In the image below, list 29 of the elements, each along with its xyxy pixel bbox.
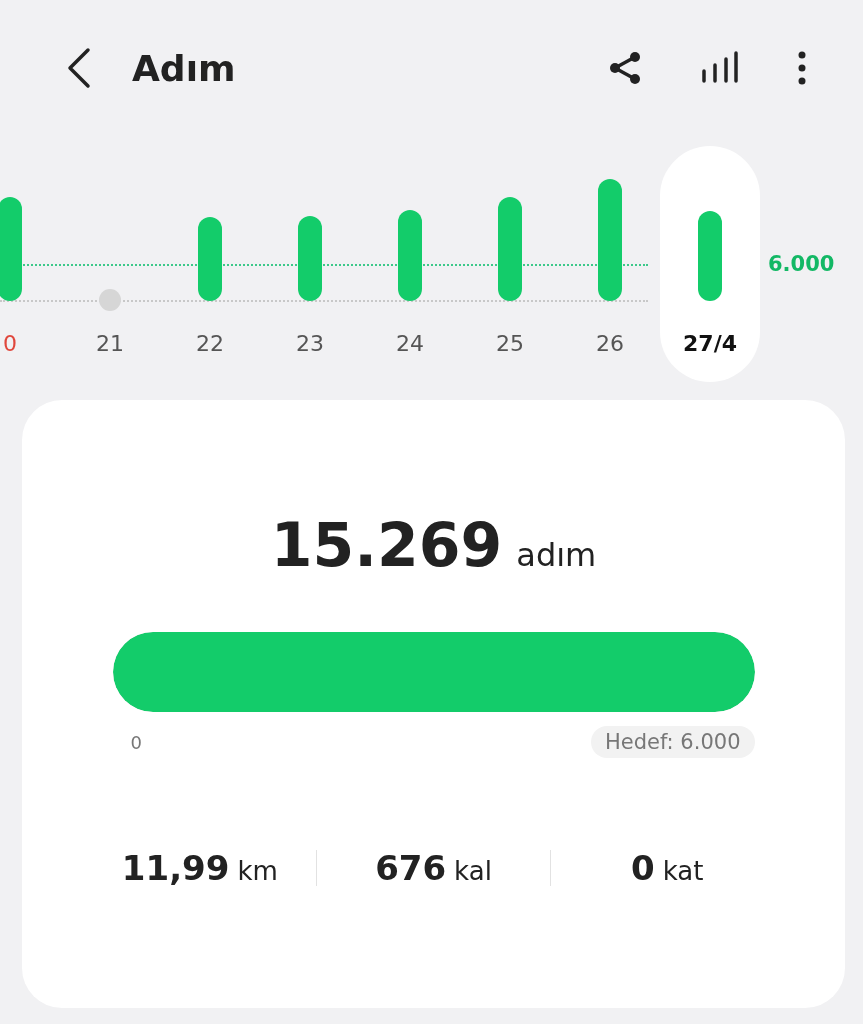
stat-value: 676 xyxy=(375,848,447,888)
page-title: Adım xyxy=(132,47,237,89)
day-column[interactable]: 21 xyxy=(60,146,160,382)
day-column[interactable]: 0 xyxy=(0,146,60,382)
stat-value: 11,99 xyxy=(121,848,230,888)
day-label: 24 xyxy=(396,331,424,356)
day-column[interactable]: 22 xyxy=(160,146,260,382)
step-unit: adım xyxy=(516,536,597,574)
goal-value: 6.000 xyxy=(768,252,835,276)
day-label: 22 xyxy=(196,331,224,356)
stat-unit: kat xyxy=(662,856,704,886)
day-label: 25 xyxy=(496,331,524,356)
day-label: 23 xyxy=(296,331,324,356)
stat-unit: kal xyxy=(454,856,492,886)
goal-badge: Hedef: 6.000 xyxy=(591,726,755,758)
day-column[interactable]: 24 xyxy=(360,146,460,382)
step-count: 15.269 xyxy=(270,510,503,580)
day-label: 0 xyxy=(3,331,17,356)
stat-value: 0 xyxy=(630,848,655,888)
day-label: 26 xyxy=(596,331,624,356)
stat-unit: km xyxy=(237,856,278,886)
day-label: 27/4 xyxy=(683,331,737,356)
day-column[interactable]: 23 xyxy=(260,146,360,382)
day-column[interactable]: 27/4 xyxy=(660,146,760,382)
day-column[interactable]: 26 xyxy=(560,146,660,382)
progress-start: 0 xyxy=(130,731,142,753)
day-column[interactable]: 25 xyxy=(460,146,560,382)
day-label: 21 xyxy=(96,331,124,356)
empty-day-dot xyxy=(99,289,121,311)
